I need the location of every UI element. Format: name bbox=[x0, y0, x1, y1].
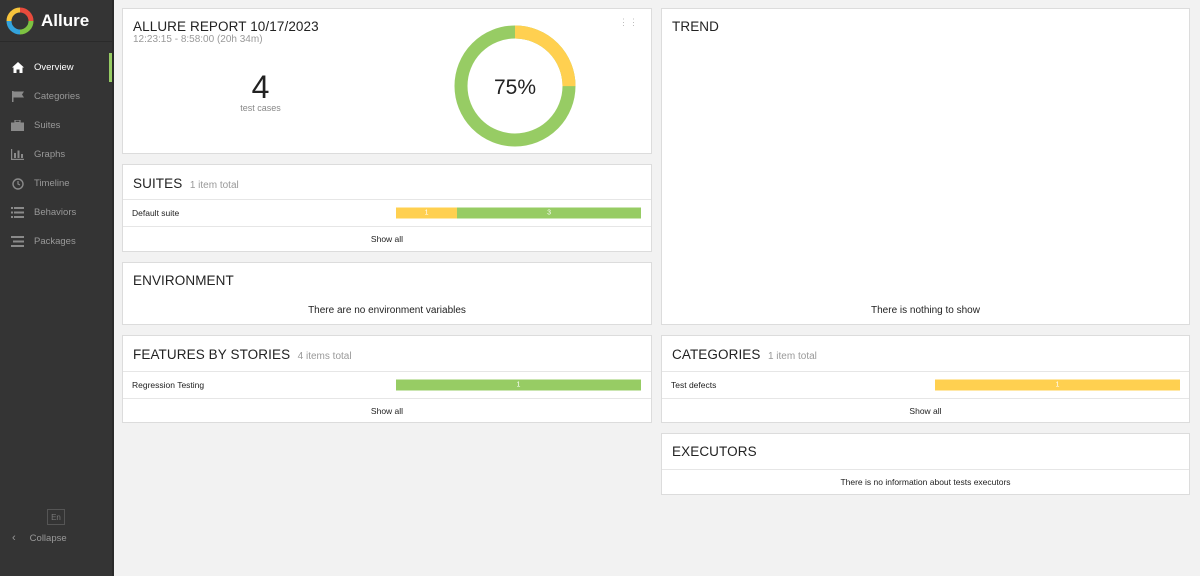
category-name: Test defects bbox=[671, 380, 717, 390]
category-status-bar[interactable]: 1 bbox=[935, 379, 1180, 391]
suite-status-bar[interactable]: 1 3 bbox=[396, 207, 641, 219]
table-row[interactable]: Test defects 1 bbox=[662, 371, 1189, 398]
sidebar-item-label: Timeline bbox=[34, 178, 70, 189]
briefcase-icon bbox=[11, 120, 24, 132]
sidebar-item-timeline[interactable]: Timeline bbox=[0, 169, 112, 198]
table-row[interactable]: Default suite 1 3 bbox=[123, 199, 651, 226]
suite-name: Default suite bbox=[132, 208, 180, 218]
app-logo[interactable]: Allure bbox=[0, 0, 112, 42]
categories-count: 1 item total bbox=[767, 351, 817, 362]
packages-icon bbox=[11, 236, 24, 248]
features-widget: FEATURES BY STORIES 4 items total Regres… bbox=[122, 335, 652, 423]
sidebar-item-packages[interactable]: Packages bbox=[0, 227, 112, 256]
table-row[interactable]: Regression Testing 1 bbox=[123, 371, 651, 398]
sidebar-item-label: Suites bbox=[34, 120, 61, 131]
sidebar-item-label: Overview bbox=[34, 62, 74, 73]
suites-count: 1 item total bbox=[189, 180, 239, 191]
show-all-row: Show all bbox=[123, 398, 651, 423]
report-title: ALLURE REPORT 10/17/2023 bbox=[133, 19, 319, 34]
feature-status-bar[interactable]: 1 bbox=[396, 379, 641, 391]
categories-widget: CATEGORIES 1 item total Test defects 1 S… bbox=[661, 335, 1190, 423]
environment-title: ENVIRONMENT bbox=[133, 273, 234, 288]
show-all-link[interactable]: Show all bbox=[123, 227, 651, 252]
sidebar-item-suites[interactable]: Suites bbox=[0, 111, 112, 140]
sidebar-divider bbox=[112, 0, 114, 576]
categories-title: CATEGORIES bbox=[672, 347, 761, 362]
sidebar-item-behaviors[interactable]: Behaviors bbox=[0, 198, 112, 227]
show-all-link[interactable]: Show all bbox=[123, 399, 651, 424]
feature-name: Regression Testing bbox=[132, 380, 205, 390]
list-icon bbox=[11, 207, 24, 219]
test-count: 4 bbox=[251, 69, 270, 105]
chevron-left-icon: ‹ bbox=[12, 532, 16, 544]
features-title: FEATURES BY STORIES bbox=[133, 347, 291, 362]
sidebar-nav: Overview Categories Suites Graphs Timeli… bbox=[0, 53, 112, 256]
collapse-label: Collapse bbox=[29, 532, 67, 544]
sidebar-item-label: Categories bbox=[34, 91, 80, 102]
test-count-label: test cases bbox=[240, 103, 281, 113]
home-icon bbox=[11, 62, 24, 74]
features-count: 4 items total bbox=[297, 351, 352, 362]
allure-logo-icon bbox=[6, 7, 34, 34]
trend-empty-message: There is nothing to show bbox=[871, 305, 980, 316]
trend-widget: TREND There is nothing to show bbox=[661, 8, 1190, 325]
sidebar-item-label: Behaviors bbox=[34, 207, 77, 218]
status-donut-chart[interactable]: 75% bbox=[452, 23, 578, 149]
sidebar-item-label: Packages bbox=[34, 236, 76, 247]
environment-empty-message: There are no environment variables bbox=[308, 305, 466, 316]
bar-broken-segment: 1 bbox=[935, 379, 1180, 391]
show-all-row: Show all bbox=[123, 226, 651, 252]
summary-widget: ALLURE REPORT 10/17/2023 12:23:15 - 8:58… bbox=[122, 8, 652, 154]
show-all-row: Show all bbox=[662, 398, 1189, 423]
show-all-link[interactable]: Show all bbox=[662, 399, 1189, 424]
report-time-range: 12:23:15 - 8:58:00 (20h 34m) bbox=[133, 34, 263, 45]
trend-title: TREND bbox=[672, 19, 719, 34]
sidebar-item-overview[interactable]: Overview bbox=[0, 53, 112, 82]
executors-title: EXECUTORS bbox=[672, 444, 757, 459]
clock-icon bbox=[11, 177, 24, 190]
bar-passed-segment: 3 bbox=[457, 207, 641, 219]
environment-widget: ENVIRONMENT There are no environment var… bbox=[122, 262, 652, 325]
collapse-button[interactable]: ‹ Collapse bbox=[12, 532, 67, 544]
sidebar-item-categories[interactable]: Categories bbox=[0, 82, 112, 111]
flag-icon bbox=[11, 91, 24, 103]
executors-widget: EXECUTORS There is no information about … bbox=[661, 433, 1190, 495]
bar-chart-icon bbox=[11, 149, 24, 161]
suites-title: SUITES bbox=[133, 176, 183, 191]
donut-percent-label: 75% bbox=[494, 76, 536, 99]
bar-broken-segment: 1 bbox=[396, 207, 458, 219]
bar-passed-segment: 1 bbox=[396, 379, 641, 391]
executors-empty-row: There is no information about tests exec… bbox=[662, 469, 1189, 495]
executors-empty-message: There is no information about tests exec… bbox=[840, 477, 1011, 487]
suites-widget: SUITES 1 item total Default suite 1 3 Sh… bbox=[122, 164, 652, 252]
sidebar: Allure Overview Categories Suites Graphs bbox=[0, 0, 112, 576]
drag-handle-icon[interactable]: ⋮⋮ bbox=[619, 17, 639, 28]
language-switch[interactable]: En bbox=[47, 509, 65, 525]
sidebar-item-graphs[interactable]: Graphs bbox=[0, 140, 112, 169]
app-name: Allure bbox=[41, 10, 90, 30]
sidebar-item-label: Graphs bbox=[34, 149, 66, 160]
